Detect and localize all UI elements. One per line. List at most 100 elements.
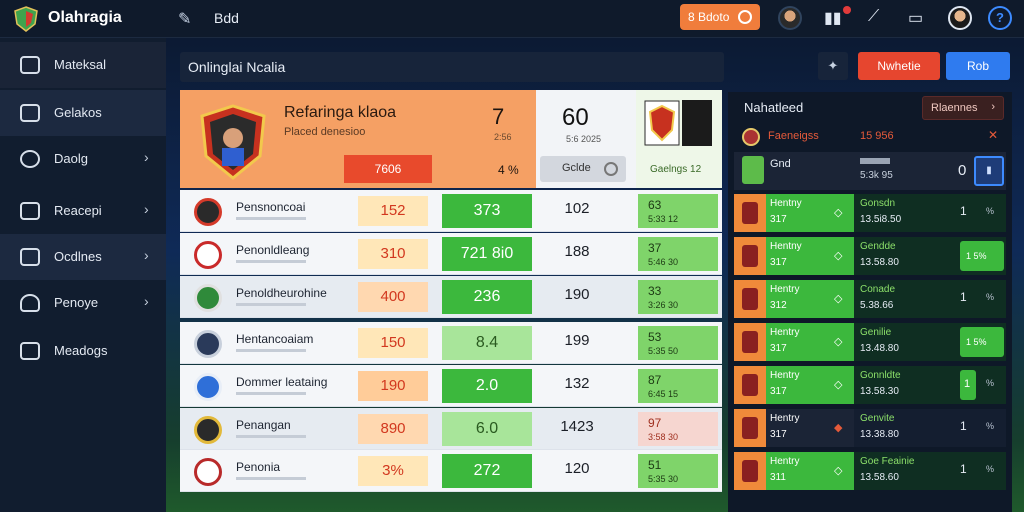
stat-cell[interactable]: 33 3:26 30 bbox=[638, 280, 718, 314]
primary-red-button[interactable]: Nwhetie bbox=[858, 52, 940, 80]
score-pill-label: Gclde bbox=[562, 162, 591, 174]
rank-number: 1 bbox=[964, 378, 971, 390]
green-odds[interactable]: 272 bbox=[442, 454, 532, 488]
count-value: 190 bbox=[564, 286, 590, 303]
team-crest-icon bbox=[194, 416, 222, 444]
stat-label: Conade bbox=[860, 284, 896, 295]
top-orange-button[interactable]: 8 Bdoto bbox=[680, 4, 760, 30]
jersey-icon[interactable]: ▮▮ bbox=[824, 8, 842, 28]
rank-number: 1 bbox=[960, 462, 967, 476]
stat-sub: 3:26 30 bbox=[648, 300, 679, 310]
stat-main: 97 bbox=[648, 416, 662, 430]
percent-button[interactable]: 1 5% bbox=[960, 327, 1004, 357]
team-crest-icon bbox=[644, 100, 680, 146]
right-list-item[interactable]: Hentry 317 ◇ Gonnldte 13.58.30 1 % bbox=[734, 366, 1006, 404]
percent-button[interactable]: 1 5% bbox=[960, 241, 1004, 271]
user-avatar[interactable] bbox=[778, 6, 802, 30]
close-icon[interactable]: ✕ bbox=[988, 128, 998, 142]
table-row[interactable]: Penonia 3% 272 120 51 5:35 30 bbox=[180, 450, 722, 492]
stat-value: 13.48.80 bbox=[860, 343, 899, 354]
odds-value[interactable]: 400 bbox=[358, 282, 428, 312]
odds-value[interactable]: 190 bbox=[358, 371, 428, 401]
right-header-number: 15 956 bbox=[860, 130, 894, 142]
team-crest-icon bbox=[742, 245, 758, 267]
sidebar-item-label: Daolg bbox=[54, 151, 88, 166]
table-row[interactable]: Penangan 890 6.0 1423 97 3:58 30 bbox=[180, 408, 722, 450]
score-filter-pill[interactable]: Gclde bbox=[540, 156, 626, 182]
right-list-item[interactable]: Hentry 311 ◇ Goe Feainie 13.58.60 1 % bbox=[734, 452, 1006, 490]
rank-number: 1 bbox=[966, 251, 972, 261]
green-odds[interactable]: 8.4 bbox=[442, 326, 532, 360]
team-value: 317 bbox=[770, 386, 787, 397]
sidebar-item-penoye[interactable]: Penoye › bbox=[0, 280, 166, 326]
notification-badge bbox=[843, 6, 851, 14]
rank-badge[interactable]: 1 bbox=[960, 370, 976, 400]
sidebar-item-gelakos[interactable]: Gelakos bbox=[0, 90, 166, 136]
table-row[interactable]: Hentancoaiam 150 8.4 199 53 5:35 50 bbox=[180, 322, 722, 364]
team-name: Penoldheurohine bbox=[236, 286, 327, 300]
sidebar-item-meadogs[interactable]: Meadogs bbox=[0, 328, 166, 374]
stat-sub: 3:58 30 bbox=[648, 432, 679, 442]
table-row[interactable]: Pensnoncoai 152 373 102 63 5:33 12 bbox=[180, 190, 722, 232]
stat-label: Genvite bbox=[860, 413, 895, 424]
percent-mark: % bbox=[986, 464, 995, 474]
odds-value[interactable]: 150 bbox=[358, 328, 428, 358]
stat-cell[interactable]: 51 5:35 30 bbox=[638, 454, 718, 488]
sidebar-item-label: Reacepi bbox=[54, 203, 102, 218]
edit-icon[interactable]: ✎ bbox=[178, 9, 191, 29]
stats-icon[interactable]: ⟋ bbox=[868, 8, 879, 26]
green-odds[interactable]: 2.0 bbox=[442, 369, 532, 403]
table-row[interactable]: Penoldheurohine 400 236 190 33 3:26 30 bbox=[180, 276, 722, 318]
team-name: Hentry bbox=[770, 456, 800, 467]
team-value: 317 bbox=[770, 343, 787, 354]
right-list-item[interactable]: Hentry 312 ◇ Conade 5.38.66 1 % bbox=[734, 280, 1006, 318]
stat-cell[interactable]: 53 5:35 50 bbox=[638, 326, 718, 360]
rank-number: 1 bbox=[960, 204, 967, 218]
chevron-right-icon: › bbox=[144, 293, 149, 309]
right-list-item[interactable]: Hentry 317 ◇ Genilie 13.48.80 1 5% bbox=[734, 323, 1006, 361]
odds-value[interactable]: 890 bbox=[358, 414, 428, 444]
right-item-sub: 5:3k 95 bbox=[860, 170, 893, 181]
sidebar-item-daolg[interactable]: Daolg › bbox=[0, 136, 166, 182]
team-sub-bar bbox=[236, 217, 306, 220]
sparkle-icon[interactable]: ✦ bbox=[818, 52, 848, 80]
stat-cell[interactable]: 97 3:58 30 bbox=[638, 412, 718, 446]
chevron-right-icon: › bbox=[144, 201, 149, 217]
percent-mark: % bbox=[986, 292, 995, 302]
green-odds[interactable]: 6.0 bbox=[442, 412, 532, 446]
featured-odds-button[interactable]: 7606 bbox=[344, 155, 432, 183]
right-list-item[interactable]: Hentny 317 ◇ Gendde 13.58.80 1 5% bbox=[734, 237, 1006, 275]
stat-main: 63 bbox=[648, 198, 662, 212]
green-odds[interactable]: 373 bbox=[442, 194, 532, 228]
stat-cell[interactable]: 37 5:46 30 bbox=[638, 237, 718, 271]
stat-cell[interactable]: 63 5:33 12 bbox=[638, 194, 718, 228]
percent-mark: 5% bbox=[973, 251, 987, 261]
odds-value[interactable]: 3% bbox=[358, 456, 428, 486]
window-icon[interactable]: ▭ bbox=[908, 8, 923, 28]
primary-blue-button[interactable]: Rob bbox=[946, 52, 1010, 80]
profile-avatar[interactable] bbox=[948, 6, 972, 30]
green-odds[interactable]: 236 bbox=[442, 280, 532, 314]
right-list-item[interactable]: Hentny 317 ◇ Gonsdn 13.5i8.50 1 % bbox=[734, 194, 1006, 232]
sidebar-item-mateksal[interactable]: Mateksal bbox=[0, 42, 166, 88]
team-crest-icon bbox=[200, 104, 266, 180]
odds-value[interactable]: 310 bbox=[358, 239, 428, 269]
right-panel-button[interactable]: Rlaennes › bbox=[922, 96, 1004, 120]
odds-value[interactable]: 152 bbox=[358, 196, 428, 226]
table-row[interactable]: Dommer leataing 190 2.0 132 87 6:45 15 bbox=[180, 365, 722, 407]
top-orange-button-label: 8 Bdoto bbox=[688, 10, 730, 24]
team-value: 317 bbox=[770, 214, 787, 225]
stat-label: Gonsdn bbox=[860, 198, 896, 209]
stat-main: 37 bbox=[648, 241, 662, 255]
sidebar-item-reacepi[interactable]: Reacepi › bbox=[0, 188, 166, 234]
stat-cell[interactable]: 87 6:45 15 bbox=[638, 369, 718, 403]
green-odds[interactable]: 721 8i0 bbox=[442, 237, 532, 271]
sidebar-item-label: Ocdlnes bbox=[54, 249, 102, 264]
right-list-item[interactable]: Gnd 5:3k 95 0 ▮ bbox=[734, 152, 1006, 190]
right-list-item[interactable]: Hentry 317 ◆ Genvite 13.38.80 1 % bbox=[734, 409, 1006, 447]
help-icon[interactable]: ? bbox=[988, 6, 1012, 30]
sidebar-item-ocdlnes[interactable]: Ocdlnes › bbox=[0, 234, 166, 280]
table-row[interactable]: Penonldleang 310 721 8i0 188 37 5:46 30 bbox=[180, 233, 722, 275]
select-toggle[interactable]: ▮ bbox=[974, 156, 1004, 186]
team-crest-icon bbox=[742, 288, 758, 310]
